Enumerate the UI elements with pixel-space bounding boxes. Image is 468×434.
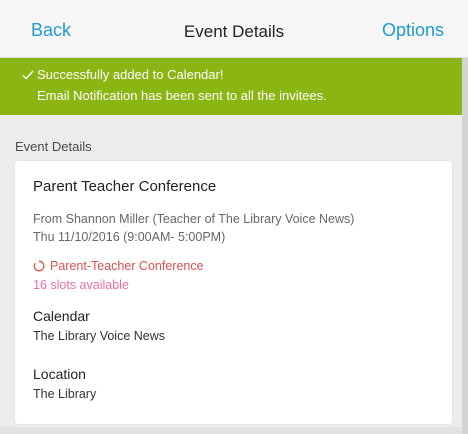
- scrollbar-track[interactable]: [462, 58, 468, 434]
- slot-type[interactable]: Parent-Teacher Conference: [33, 259, 204, 273]
- event-organizer: From Shannon Miller (Teacher of The Libr…: [33, 212, 355, 226]
- location-value: The Library: [33, 387, 97, 401]
- event-datetime: Thu 11/10/2016 (9:00AM- 5:00PM): [33, 230, 226, 244]
- navigation-header: Back Event Details Options: [0, 0, 468, 58]
- slot-type-label: Parent-Teacher Conference: [50, 259, 204, 273]
- location-label: Location: [33, 366, 86, 382]
- success-banner: Successfully added to Calendar! Email No…: [0, 58, 462, 115]
- event-details-screen: Back Event Details Options Successfully …: [0, 0, 468, 434]
- card-bottom-divider: [0, 427, 462, 434]
- section-label: Event Details: [15, 139, 92, 154]
- calendar-value: The Library Voice News: [33, 329, 166, 343]
- calendar-label: Calendar: [33, 308, 90, 324]
- event-card: Parent Teacher Conference From Shannon M…: [15, 161, 452, 424]
- banner-notification-text: Email Notification has been sent to all …: [37, 88, 327, 103]
- spinner-icon: [33, 260, 45, 272]
- slots-available: 16 slots available: [33, 278, 129, 292]
- banner-success-text: Successfully added to Calendar!: [37, 67, 224, 82]
- options-button[interactable]: Options: [382, 20, 444, 41]
- event-title: Parent Teacher Conference: [33, 178, 217, 195]
- check-icon: [21, 68, 35, 82]
- banner-line-1: Successfully added to Calendar!: [21, 67, 223, 82]
